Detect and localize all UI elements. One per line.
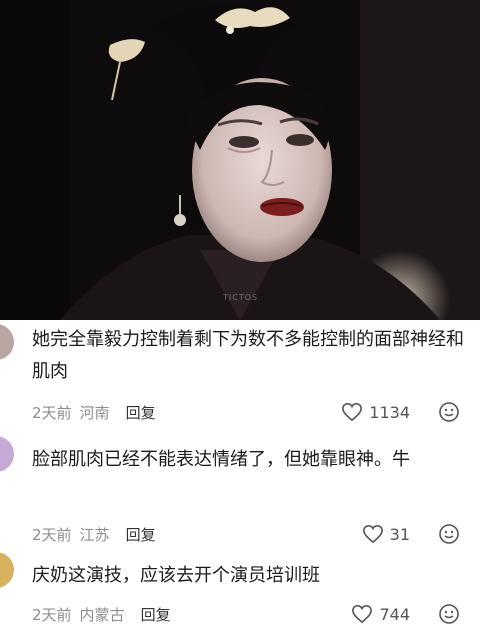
comment-time: 2天前 [32,525,72,544]
comment-list: 她完全靠毅力控制着剩下为数不多能控制的面部神经和肌肉 2天前 河南 回复 113… [0,320,480,640]
comment-text: 脸部肌肉已经不能表达情绪了，但她靠眼神。牛 [32,449,410,470]
heart-outline-icon [352,604,373,624]
heart-outline-icon [362,524,383,544]
avatar[interactable] [0,552,14,588]
comment-location: 江苏 [79,525,110,544]
avatar[interactable] [0,436,14,472]
comment-time: 2天前 [32,605,72,624]
comment-location: 内蒙古 [79,605,125,624]
smiley-face-icon[interactable] [438,401,460,423]
comment-meta: 2天前 内蒙古 回复 [32,602,171,626]
heart-outline-icon [342,402,363,422]
like-button[interactable]: 31 [362,522,410,546]
comment-text: 庆奶这演技，应该去开个演员培训班 [32,565,320,586]
like-count: 1134 [369,402,410,422]
comment-time: 2天前 [32,403,72,422]
avatar[interactable] [0,324,14,360]
smiley-face-icon[interactable] [438,603,460,625]
like-count: 31 [389,524,410,544]
comment-location: 河南 [79,403,110,422]
video-frame[interactable]: TICTOS [0,0,480,320]
reply-button[interactable]: 回复 [141,604,171,625]
like-button[interactable]: 744 [351,602,410,626]
video-still-image [0,0,480,320]
reply-button[interactable]: 回复 [126,524,156,545]
like-count: 744 [379,604,410,624]
video-watermark: TICTOS [223,293,259,302]
comment-meta: 2天前 河南 回复 [32,400,156,424]
like-button[interactable]: 1134 [341,400,410,424]
reply-button[interactable]: 回复 [126,402,156,423]
comment-text: 她完全靠毅力控制着剩下为数不多能控制的面部神经和肌肉 [32,329,464,382]
comment-meta: 2天前 江苏 回复 [32,522,156,546]
smiley-face-icon[interactable] [438,523,460,545]
